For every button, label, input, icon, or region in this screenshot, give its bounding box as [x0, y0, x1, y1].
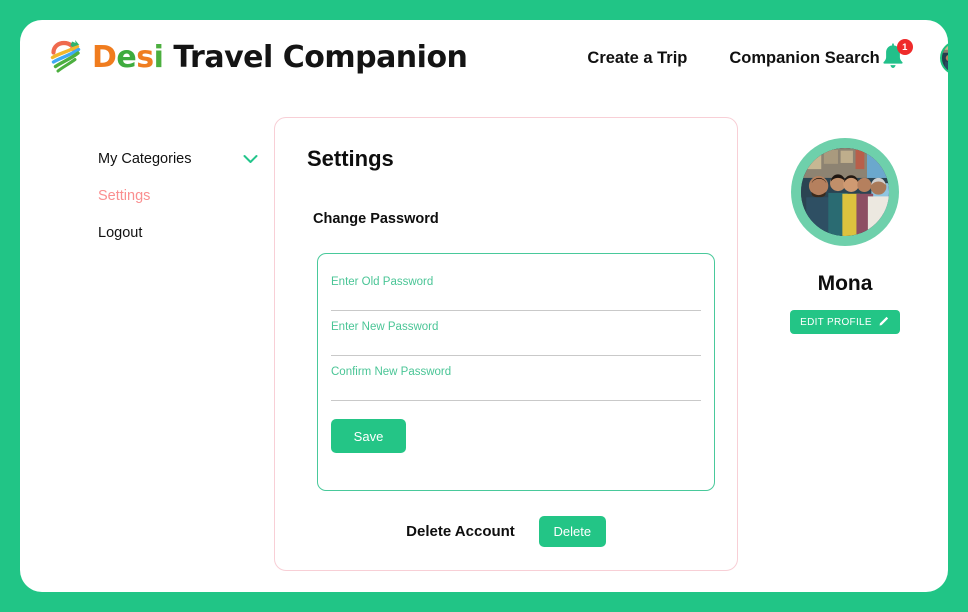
old-password-field: Enter Old Password [331, 276, 701, 311]
profile-photo [801, 148, 889, 236]
sidebar-item-label: My Categories [98, 150, 192, 167]
profile-avatar[interactable] [801, 148, 889, 236]
brand-title: Desi Travel Companion [92, 40, 468, 75]
delete-account-row: Delete Account Delete [275, 516, 737, 547]
confirm-password-field: Confirm New Password [331, 366, 701, 401]
travel-pin-logo-icon [42, 37, 86, 81]
header-actions: 1 [880, 39, 948, 75]
new-password-label: Enter New Password [331, 321, 439, 333]
sidebar-item-settings[interactable]: Settings [98, 177, 258, 214]
confirm-password-label: Confirm New Password [331, 366, 452, 378]
pencil-icon [879, 315, 890, 329]
old-password-input[interactable] [331, 310, 701, 311]
sidebar-item-label: Logout [98, 224, 143, 241]
delete-button[interactable]: Delete [538, 516, 606, 547]
nav-create-a-trip[interactable]: Create a Trip [587, 49, 687, 68]
app-header: Desi Travel Companion Create a Trip Comp… [20, 20, 948, 96]
page-title: Settings [307, 146, 394, 171]
save-button[interactable]: Save [331, 419, 406, 453]
new-password-input[interactable] [331, 355, 701, 356]
new-password-field: Enter New Password [331, 321, 701, 356]
edit-profile-button[interactable]: EDIT PROFILE [790, 310, 900, 334]
notification-count-badge: 1 [896, 39, 913, 55]
chevron-down-icon[interactable] [243, 154, 258, 164]
avatar-photo [941, 43, 948, 73]
brand-letter-1: D [92, 40, 117, 75]
profile-name: Mona [817, 272, 873, 295]
brand-title-rest: Travel Companion [163, 40, 468, 75]
confirm-password-input[interactable] [331, 400, 701, 401]
main-navigation: Create a Trip Companion Search [587, 49, 879, 68]
sidebar-item-logout[interactable]: Logout [98, 214, 258, 251]
notification-bell-button[interactable]: 1 [880, 39, 913, 73]
nav-companion-search[interactable]: Companion Search [729, 49, 879, 68]
old-password-label: Enter Old Password [331, 276, 434, 288]
delete-account-label: Delete Account [406, 523, 515, 540]
brand-letter-4: i [153, 40, 164, 75]
sidebar-menu: My Categories Settings Logout [98, 140, 258, 251]
settings-card: Settings Change Password Enter Old Passw… [274, 117, 738, 571]
brand-letter-2: e [116, 40, 137, 75]
sidebar-item-label: Settings [98, 187, 151, 204]
change-password-form: Enter Old Password Enter New Password Co… [317, 253, 715, 491]
brand-logo[interactable]: Desi Travel Companion [42, 36, 468, 81]
edit-profile-label: EDIT PROFILE [800, 316, 872, 328]
app-window: Desi Travel Companion Create a Trip Comp… [20, 20, 948, 592]
header-avatar[interactable] [939, 41, 948, 75]
profile-avatar-ring [791, 138, 899, 246]
profile-panel: Mona EDIT PROFILE [761, 138, 929, 334]
change-password-heading: Change Password [313, 211, 439, 227]
sidebar-item-my-categories[interactable]: My Categories [98, 140, 258, 177]
brand-letter-3: s [136, 40, 154, 75]
